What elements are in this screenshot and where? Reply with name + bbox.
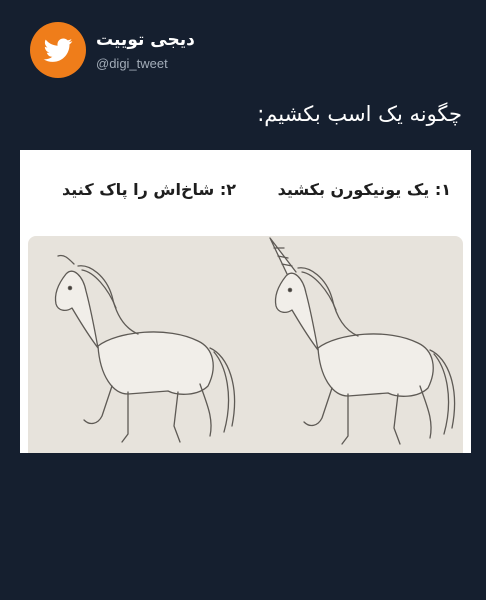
tweet-header: دیجی توییت @digi_tweet xyxy=(30,22,460,82)
tweet-text: چگونه یک اسب بکشیم: xyxy=(257,102,462,126)
tweet-media[interactable]: ۱: یک یونیکورن بکشید ۲: شاخ‌اش را پاک کن… xyxy=(20,150,471,453)
unicorn-sketch-image xyxy=(244,236,463,453)
account-avatar[interactable] xyxy=(30,22,86,78)
account-handle[interactable]: @digi_tweet xyxy=(96,56,168,71)
step1-label: ۱: یک یونیکورن بکشید xyxy=(277,180,451,199)
horse-sketch-image xyxy=(28,236,244,453)
bird-icon xyxy=(43,38,73,62)
step2-label: ۲: شاخ‌اش را پاک کنید xyxy=(62,180,236,199)
account-name[interactable]: دیجی توییت xyxy=(96,30,236,50)
